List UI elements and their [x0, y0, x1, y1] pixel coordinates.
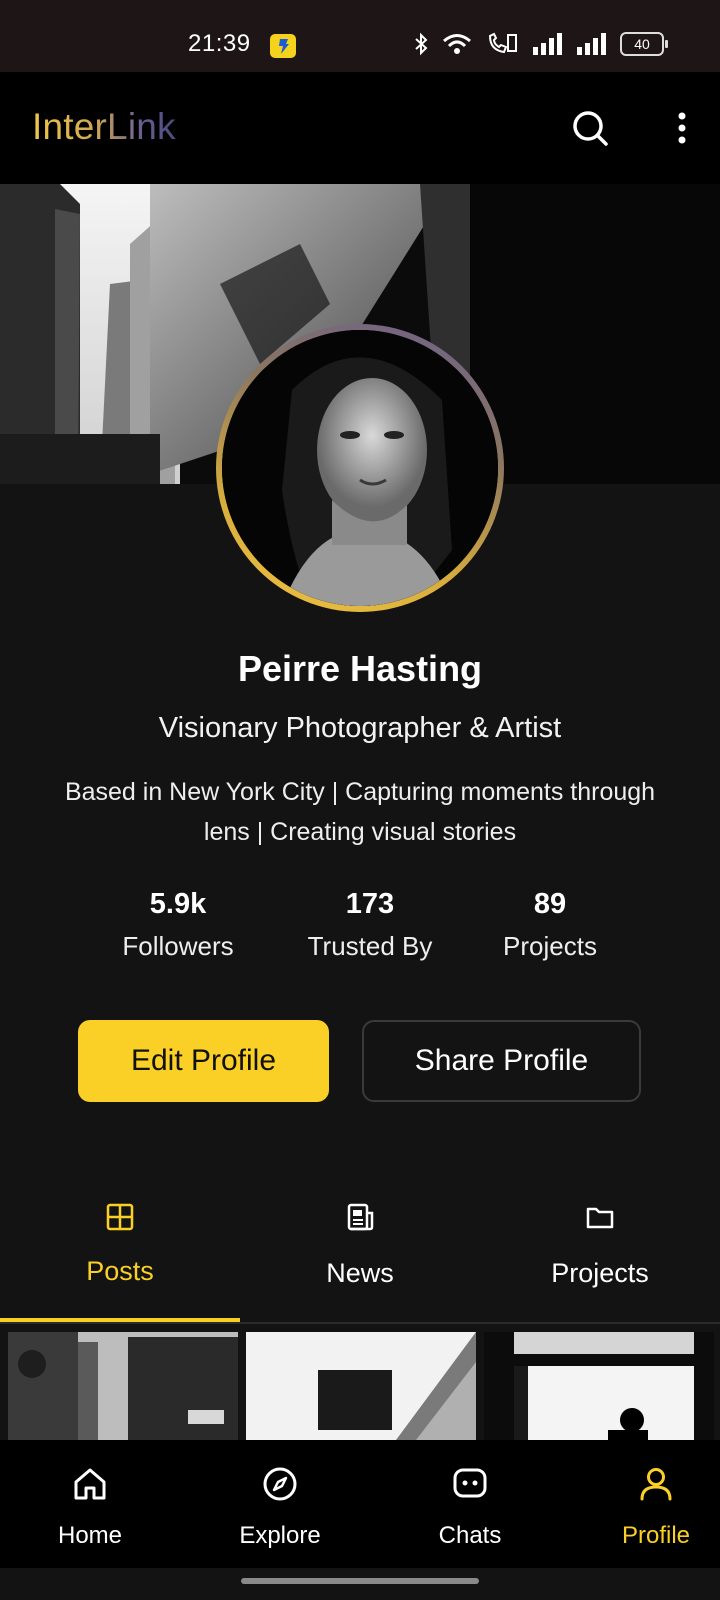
- profile-bio: Based in New York City | Capturing momen…: [64, 778, 656, 846]
- profile-tabs: Posts News Projects: [0, 1176, 720, 1324]
- grid-icon: [105, 1202, 135, 1237]
- post-thumbnail[interactable]: [484, 1332, 714, 1440]
- newspaper-icon: [345, 1202, 375, 1237]
- battery-icon: 40: [620, 32, 668, 56]
- home-icon: [72, 1466, 108, 1507]
- nav-label: Chats: [438, 1522, 502, 1549]
- avatar-photo: [222, 330, 498, 606]
- stat-value: 89: [533, 888, 567, 920]
- tab-label: Posts: [86, 1256, 154, 1286]
- app-bar: InterLink: [0, 72, 720, 184]
- stat-value: 5.9k: [149, 888, 207, 920]
- nav-label: Home: [57, 1522, 123, 1549]
- nav-item-profile[interactable]: Profile: [566, 1440, 720, 1568]
- tab-label: News: [326, 1258, 394, 1288]
- post-thumbnail[interactable]: [8, 1332, 238, 1440]
- nav-label: Explore: [239, 1522, 321, 1549]
- notification-app-icon: [270, 34, 296, 58]
- bluetooth-icon: [415, 32, 428, 56]
- tab-news[interactable]: News: [240, 1176, 480, 1324]
- call-icon: [488, 32, 517, 54]
- stat-label: Projects: [503, 931, 597, 961]
- bottom-navigation: Home Explore Chats Profile: [0, 1440, 720, 1568]
- stat-label: Followers: [122, 931, 234, 961]
- post-thumbnail[interactable]: [246, 1332, 476, 1440]
- chat-icon: [452, 1466, 488, 1507]
- status-bar: 21:39 40: [0, 0, 720, 72]
- stat-followers[interactable]: 5.9k Followers: [100, 888, 256, 962]
- stat-projects[interactable]: 89 Projects: [480, 888, 620, 962]
- status-icons: 40: [414, 32, 668, 56]
- nav-item-explore[interactable]: Explore: [190, 1440, 370, 1568]
- stat-trusted-by[interactable]: 173 Trusted By: [288, 888, 452, 962]
- nav-label: Profile: [621, 1522, 691, 1549]
- stat-label: Trusted By: [307, 931, 433, 961]
- app-brand: InterLink: [32, 106, 176, 147]
- nav-item-home[interactable]: Home: [0, 1440, 180, 1568]
- home-indicator[interactable]: [241, 1578, 479, 1584]
- system-gesture-area: [0, 1568, 720, 1600]
- share-profile-button[interactable]: Share Profile: [362, 1020, 641, 1102]
- user-icon: [638, 1466, 674, 1507]
- profile-stats: 5.9k Followers 173 Trusted By 89 Project…: [0, 888, 720, 968]
- profile-name: Peirre Hasting: [237, 648, 483, 689]
- signal-icon: [577, 33, 606, 55]
- battery-level: 40: [634, 36, 650, 52]
- more-vertical-icon[interactable]: [676, 110, 688, 151]
- nav-item-chats[interactable]: Chats: [380, 1440, 560, 1568]
- stat-value: 173: [345, 888, 395, 920]
- search-icon[interactable]: [572, 110, 608, 151]
- tab-projects[interactable]: Projects: [480, 1176, 720, 1324]
- edit-profile-button[interactable]: Edit Profile: [78, 1020, 329, 1102]
- wifi-icon: [443, 34, 471, 54]
- tab-divider: [0, 1322, 720, 1324]
- tab-label: Projects: [551, 1258, 649, 1288]
- profile-title: Visionary Photographer & Artist: [158, 712, 562, 744]
- status-time: 21:39: [188, 30, 251, 57]
- signal-icon: [533, 33, 562, 55]
- profile-avatar[interactable]: [216, 324, 504, 612]
- folder-icon: [585, 1202, 615, 1237]
- compass-icon: [262, 1466, 298, 1507]
- tab-posts[interactable]: Posts: [0, 1176, 240, 1324]
- posts-grid: [0, 1332, 720, 1440]
